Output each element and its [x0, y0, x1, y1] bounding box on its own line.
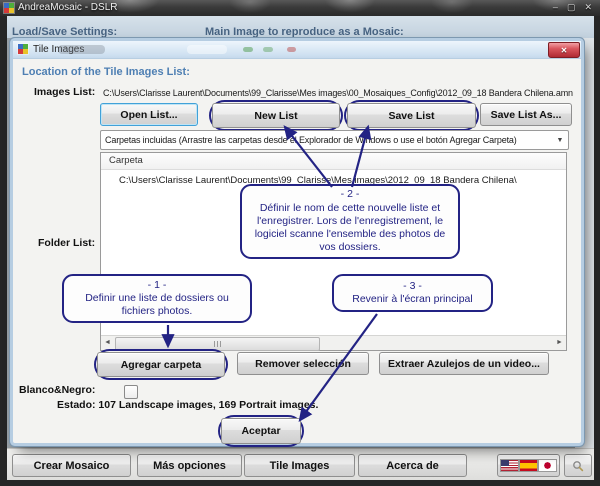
- language-flags-button[interactable]: [497, 454, 560, 477]
- folder-list-label: Folder List:: [38, 237, 95, 249]
- list-column-header[interactable]: Carpeta: [101, 153, 566, 170]
- agregar-carpeta-highlight: Agregar carpeta: [94, 349, 228, 380]
- window-title: AndreaMosaic - DSLR: [18, 2, 117, 13]
- acerca-de-button[interactable]: Acerca de: [358, 454, 467, 477]
- main-image-label: Main Image to reproduce as a Mosaic:: [205, 26, 404, 38]
- save-list-as-button[interactable]: Save List As...: [480, 103, 572, 126]
- callout-1: - 1 - Definir une liste de dossiers ou f…: [62, 274, 252, 323]
- app-window: AndreaMosaic - DSLR – ▢ ✕ Load/Save Sett…: [0, 0, 600, 486]
- callout-2: - 2 - Définir le nom de cette nouvelle l…: [240, 184, 460, 259]
- new-list-button[interactable]: New List: [212, 103, 340, 128]
- scroll-left-icon[interactable]: ◄: [101, 337, 114, 349]
- chevron-down-icon: ▼: [552, 137, 568, 144]
- background-window-strip: Load/Save Settings: Main Image to reprod…: [7, 16, 594, 38]
- load-save-settings-label: Load/Save Settings:: [12, 26, 117, 38]
- status-text: Estado: 107 Landscape images, 169 Portra…: [57, 399, 318, 411]
- horizontal-scrollbar[interactable]: ◄ ►: [101, 335, 566, 350]
- us-flag-icon: [501, 460, 518, 471]
- open-list-button[interactable]: Open List...: [100, 103, 198, 126]
- dialog-mosaic-icon: [18, 44, 28, 54]
- new-list-highlight: New List: [209, 100, 343, 131]
- extraer-azulejos-button[interactable]: Extraer Azulejos de un video...: [379, 352, 549, 375]
- window-titlebar: AndreaMosaic - DSLR – ▢ ✕: [0, 0, 600, 16]
- images-list-path: C:\Users\Clarisse Laurent\Documents\99_C…: [103, 88, 577, 98]
- glass-smudge: [287, 47, 296, 52]
- aceptar-button[interactable]: Aceptar: [221, 418, 301, 444]
- tile-images-dialog: Tile Images ✕ Location of the Tile Image…: [13, 41, 581, 443]
- magnifier-icon: [572, 460, 584, 472]
- agregar-carpeta-button[interactable]: Agregar carpeta: [97, 352, 225, 377]
- section-title: Location of the Tile Images List:: [22, 66, 190, 78]
- save-list-highlight: Save List: [344, 100, 479, 131]
- spain-flag-icon: [520, 460, 537, 471]
- glass-smudge: [58, 45, 105, 54]
- tile-images-tab-button[interactable]: Tile Images: [244, 454, 355, 477]
- blanco-negro-checkbox[interactable]: [124, 385, 138, 399]
- glass-smudge: [187, 45, 227, 54]
- folders-dropdown[interactable]: Carpetas incluidas (Arrastre las carpeta…: [100, 130, 569, 150]
- blanco-negro-label: Blanco&Negro:: [19, 384, 95, 396]
- crear-mosaico-button[interactable]: Crear Mosaico: [12, 454, 131, 477]
- callout-3: - 3 - Revenir à l'écran principal: [332, 274, 493, 312]
- search-tool-button[interactable]: [564, 454, 592, 477]
- dialog-close-button[interactable]: ✕: [548, 42, 580, 58]
- japan-flag-icon: [539, 460, 556, 471]
- minimize-icon[interactable]: –: [553, 1, 558, 14]
- scrollbar-grip: [214, 341, 223, 347]
- glass-smudge: [243, 47, 253, 52]
- remover-seleccion-button[interactable]: Remover selección: [237, 352, 369, 375]
- folders-dropdown-value: Carpetas incluidas (Arrastre las carpeta…: [101, 135, 552, 145]
- close-x-icon: ✕: [561, 46, 568, 55]
- images-list-label: Images List:: [34, 86, 95, 98]
- close-icon[interactable]: ✕: [584, 1, 592, 14]
- bottom-toolbar: Crear Mosaico Más opciones Tile Images A…: [7, 448, 594, 480]
- maximize-icon[interactable]: ▢: [567, 1, 576, 14]
- scroll-right-icon[interactable]: ►: [553, 337, 566, 349]
- aceptar-highlight: Aceptar: [218, 415, 304, 447]
- mas-opciones-button[interactable]: Más opciones: [137, 454, 242, 477]
- app-mosaic-icon: [4, 3, 14, 13]
- save-list-button[interactable]: Save List: [347, 103, 476, 128]
- dialog-titlebar: Tile Images ✕: [13, 41, 581, 59]
- glass-smudge: [263, 47, 273, 52]
